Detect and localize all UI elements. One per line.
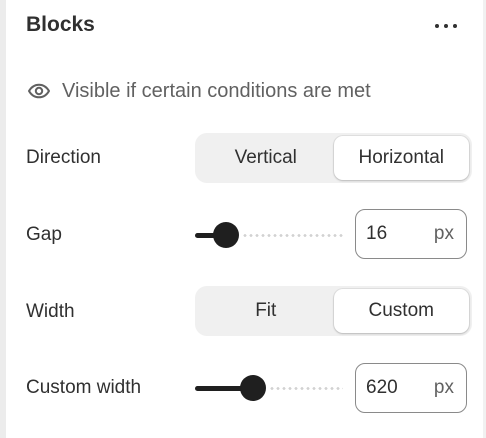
gap-slider-track	[242, 233, 343, 238]
more-options-button[interactable]	[426, 12, 466, 40]
custom-width-slider-track	[269, 386, 343, 391]
direction-segmented-control: Vertical Horizontal	[195, 133, 472, 183]
gap-slider[interactable]	[195, 221, 343, 249]
custom-width-unit-label: px	[433, 377, 454, 398]
direction-option-vertical[interactable]: Vertical	[198, 136, 334, 180]
width-segmented-control: Fit Custom	[195, 286, 472, 336]
gap-slider-thumb[interactable]	[213, 222, 239, 248]
visibility-conditions-text: Visible if certain conditions are met	[62, 79, 371, 102]
panel-title: Blocks	[26, 13, 95, 36]
custom-width-label: Custom width	[26, 377, 142, 398]
blocks-settings-panel: Blocks Visible if certain conditions are…	[6, 0, 483, 438]
gap-input[interactable]: 16 px	[355, 209, 467, 259]
width-option-fit[interactable]: Fit	[198, 289, 334, 333]
custom-width-input-value[interactable]: 620	[366, 377, 434, 399]
width-option-custom[interactable]: Custom	[333, 289, 469, 333]
visibility-conditions-link[interactable]: Visible if certain conditions are met	[26, 78, 371, 104]
custom-width-input[interactable]: 620 px	[355, 363, 467, 413]
custom-width-slider[interactable]	[195, 374, 343, 402]
width-label: Width	[26, 301, 75, 322]
direction-label: Direction	[26, 147, 101, 168]
direction-option-horizontal[interactable]: Horizontal	[333, 136, 469, 180]
more-horizontal-icon	[435, 24, 439, 28]
gap-label: Gap	[26, 224, 62, 245]
custom-width-slider-thumb[interactable]	[240, 375, 266, 401]
eye-icon	[26, 78, 52, 104]
gap-unit-label: px	[433, 223, 454, 244]
gap-input-value[interactable]: 16	[366, 223, 434, 245]
